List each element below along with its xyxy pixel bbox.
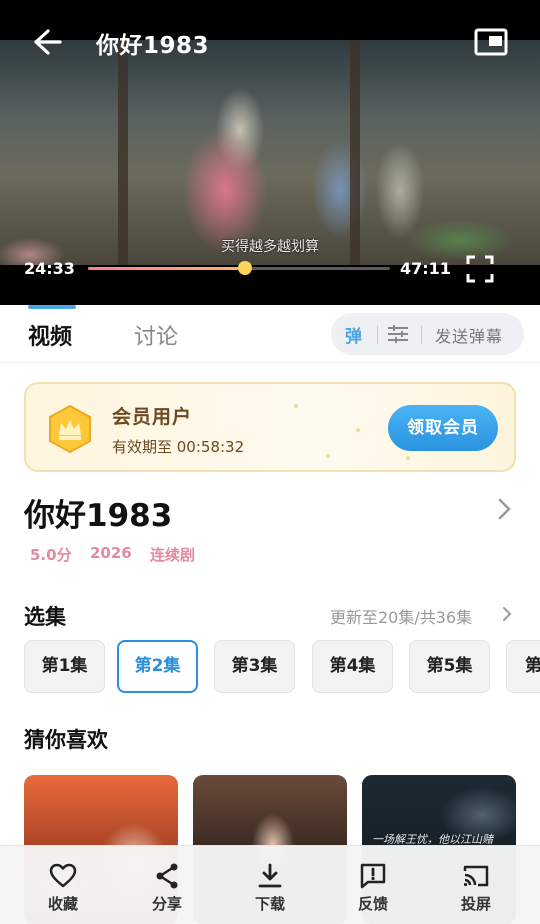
content-tabs: 视频 讨论 弹 发送弹幕 bbox=[0, 305, 540, 363]
divider bbox=[377, 326, 378, 344]
download-label: 下载 bbox=[254, 895, 285, 913]
current-time: 24:33 bbox=[24, 259, 75, 278]
share-icon bbox=[156, 863, 178, 889]
divider bbox=[421, 326, 422, 344]
progress-slider[interactable] bbox=[88, 261, 390, 275]
episode-button[interactable]: 第5集 bbox=[409, 640, 490, 693]
back-arrow-icon[interactable] bbox=[30, 26, 64, 58]
share-button[interactable]: 分享 bbox=[113, 846, 221, 924]
chevron-right-icon[interactable] bbox=[494, 496, 514, 522]
video-player[interactable]: 你好1983 买得越多越划算 24:33 47:11 bbox=[0, 0, 540, 305]
show-title: 你好1983 bbox=[24, 498, 173, 534]
share-label: 分享 bbox=[151, 895, 182, 913]
claim-membership-button[interactable]: 领取会员 bbox=[388, 405, 498, 451]
cast-label: 投屏 bbox=[460, 895, 491, 913]
progress-knob[interactable] bbox=[238, 261, 253, 275]
cast-button[interactable]: 投屏 bbox=[422, 846, 530, 924]
picture-in-picture-icon[interactable] bbox=[474, 28, 508, 56]
sparkle-decoration bbox=[326, 454, 330, 458]
member-card[interactable]: 会员用户 有效期至 00:58:32 领取会员 bbox=[24, 382, 516, 472]
send-danmaku-input[interactable]: 发送弹幕 bbox=[435, 323, 503, 347]
total-time: 47:11 bbox=[400, 259, 451, 278]
sparkle-decoration bbox=[294, 404, 298, 408]
member-title: 会员用户 bbox=[112, 406, 193, 428]
episode-button[interactable]: 第1集 bbox=[24, 640, 105, 693]
episodes-update-status[interactable]: 更新至20集/共36集 bbox=[330, 604, 472, 628]
heart-icon bbox=[49, 863, 77, 888]
danmaku-toggle[interactable]: 弹 bbox=[345, 322, 362, 347]
sparkle-decoration bbox=[356, 428, 360, 432]
active-tab-indicator bbox=[28, 305, 76, 309]
video-title: 你好1983 bbox=[96, 33, 210, 59]
show-score: 5.0分 bbox=[30, 546, 72, 564]
download-icon bbox=[258, 863, 282, 888]
recommend-section-title: 猜你喜欢 bbox=[24, 728, 108, 752]
progress-fill bbox=[88, 267, 246, 270]
sparkle-decoration bbox=[406, 456, 410, 460]
crown-badge-icon bbox=[46, 404, 94, 454]
show-type: 连续剧 bbox=[150, 546, 196, 564]
tab-video[interactable]: 视频 bbox=[28, 319, 72, 351]
episode-button[interactable]: 第4集 bbox=[312, 640, 393, 693]
favorite-button[interactable]: 收藏 bbox=[9, 846, 117, 924]
bottom-action-bar: 收藏 分享 下载 反馈 投屏 bbox=[0, 845, 540, 924]
feedback-button[interactable]: 反馈 bbox=[319, 846, 427, 924]
episodes-section-title: 选集 bbox=[24, 605, 66, 629]
cast-icon bbox=[463, 865, 489, 887]
page: 你好1983 买得越多越划算 24:33 47:11 视频 讨论 弹 发送弹幕 … bbox=[0, 0, 540, 924]
player-top-bar: 你好1983 bbox=[0, 0, 540, 80]
danmaku-controls: 弹 发送弹幕 bbox=[331, 313, 524, 355]
favorite-label: 收藏 bbox=[47, 895, 78, 913]
feedback-icon bbox=[360, 863, 386, 889]
download-button[interactable]: 下载 bbox=[216, 846, 324, 924]
feedback-label: 反馈 bbox=[357, 895, 388, 913]
episode-button[interactable]: 第3集 bbox=[214, 640, 295, 693]
show-year: 2026 bbox=[90, 544, 132, 562]
tab-discuss[interactable]: 讨论 bbox=[134, 319, 178, 351]
member-expiry: 有效期至 00:58:32 bbox=[112, 438, 245, 456]
danmaku-settings-icon[interactable] bbox=[387, 324, 409, 344]
chevron-right-icon[interactable] bbox=[500, 605, 514, 623]
player-controls: 24:33 47:11 bbox=[0, 250, 540, 290]
episode-button-selected[interactable]: 第2集 bbox=[117, 640, 198, 693]
fullscreen-icon[interactable] bbox=[466, 255, 494, 283]
episode-button[interactable]: 第6集 bbox=[506, 640, 540, 693]
